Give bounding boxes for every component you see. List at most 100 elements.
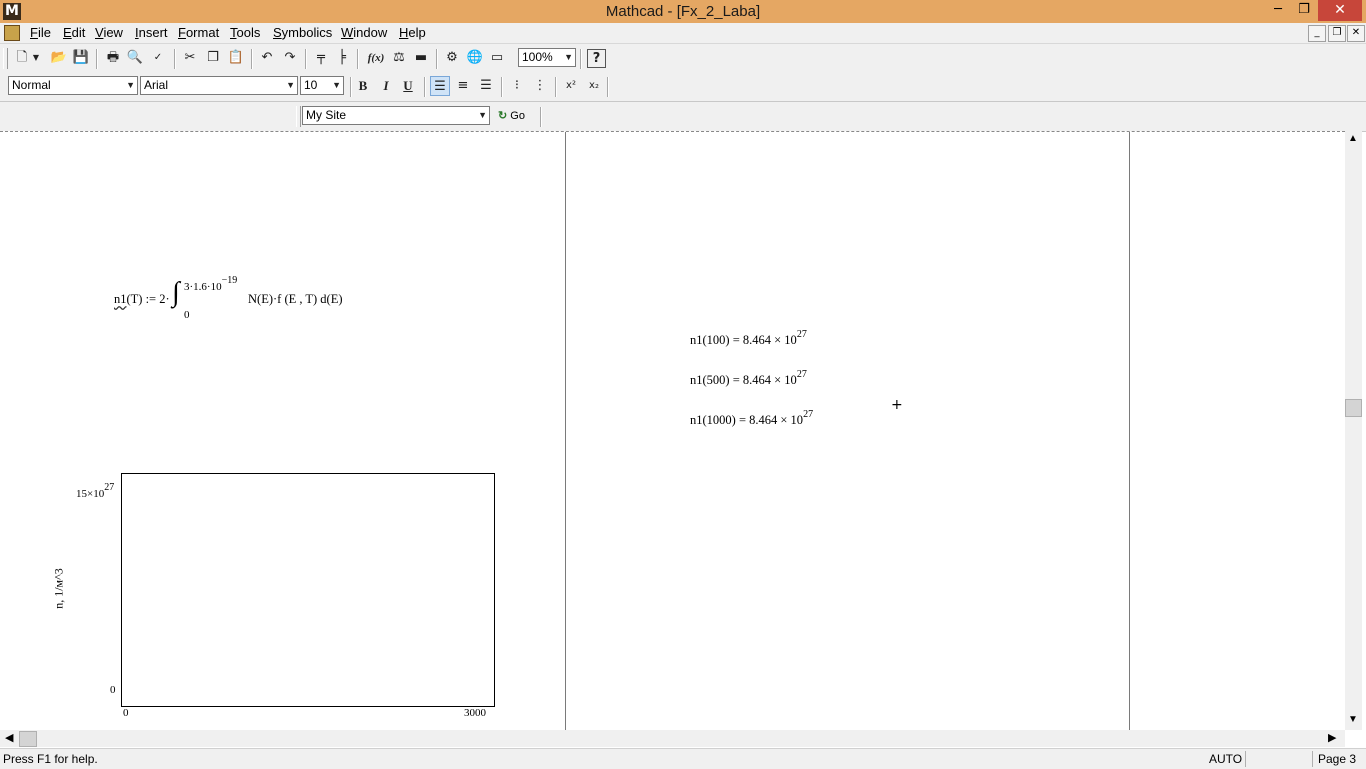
formatting-toolbar: Normal ▼ Arial ▼ 10 ▼ B I U ☰ ≡ ☰ ⁝ ⋮ x² x₂	[0, 72, 1366, 102]
vertical-scroll-thumb[interactable]	[1345, 399, 1362, 417]
y-tick-max: 15×1027	[76, 482, 115, 500]
insert-unit-icon[interactable]: ⚖	[389, 48, 409, 68]
web-icon[interactable]: 🌐	[465, 48, 485, 68]
go-arrow-icon: ↻	[498, 110, 508, 122]
status-calc-mode: AUTO	[1209, 752, 1243, 766]
calculate-icon[interactable]: ▬	[411, 48, 431, 68]
menu-help[interactable]: Help	[399, 25, 426, 40]
bullet-list-icon[interactable]: ⁝	[507, 76, 527, 96]
font-size-select[interactable]: 10 ▼	[300, 76, 344, 95]
subscript-button[interactable]: x₂	[584, 76, 604, 96]
zoom-select[interactable]: 100% ▼	[518, 48, 576, 67]
n1-definition[interactable]: n1(T) := 2·	[114, 292, 170, 307]
paste-icon[interactable]: 📋	[226, 48, 246, 68]
save-icon[interactable]: 💾	[71, 48, 91, 68]
go-button[interactable]: ↻ Go	[498, 107, 525, 125]
minimize-button[interactable]: ─	[1264, 0, 1292, 21]
result-n1-100[interactable]: n1(100) = 8.464 × 1027	[690, 329, 807, 348]
y-axis-label[interactable]: n, 1/м^3	[52, 549, 67, 629]
redo-icon[interactable]: ↷	[280, 48, 300, 68]
scroll-right-icon[interactable]: ▶	[1328, 731, 1336, 744]
scroll-left-icon[interactable]: ◀	[5, 731, 13, 744]
superscript-button[interactable]: x²	[561, 76, 581, 96]
window-icon[interactable]: ▭	[487, 48, 507, 68]
menu-edit[interactable]: Edit	[63, 25, 85, 40]
title-bar: M Mathcad - [Fx_2_Laba] ─ ❐ ✕	[0, 0, 1366, 23]
align-across-icon[interactable]: ╤	[311, 48, 331, 68]
print-icon[interactable]: 🖶	[103, 48, 123, 68]
align-left-icon[interactable]: ☰	[430, 76, 450, 96]
toolbar-grip[interactable]	[296, 106, 301, 127]
worksheet[interactable]: n1(T) := 2· ∫ 3·1.6·10−19 0 N(E)·f (E , …	[0, 131, 1345, 731]
scroll-up-icon[interactable]: ▲	[1348, 133, 1358, 144]
restore-button[interactable]: ❐	[1290, 0, 1318, 21]
new-icon[interactable]: 🗋	[12, 48, 32, 68]
crosshair-cursor: +	[891, 397, 903, 413]
status-separator	[1312, 751, 1313, 767]
align-down-icon[interactable]: ╞	[332, 48, 352, 68]
integrand: N(E)·f (E , T) d(E)	[248, 292, 343, 306]
status-help-text: Press F1 for help.	[3, 752, 98, 766]
doc-close-button[interactable]: ✕	[1347, 25, 1365, 42]
scroll-down-icon[interactable]: ▼	[1348, 714, 1358, 725]
menu-insert[interactable]: Insert	[135, 25, 168, 40]
status-page: Page 3	[1318, 752, 1357, 766]
open-icon[interactable]: 📂	[49, 48, 69, 68]
separator	[251, 49, 253, 69]
undo-icon[interactable]: ↶	[257, 48, 277, 68]
separator	[424, 77, 426, 97]
menu-bar: File Edit View Insert Format Tools Symbo…	[0, 23, 1366, 44]
vertical-scrollbar[interactable]: ▲ ▼	[1345, 131, 1362, 730]
separator	[96, 49, 98, 69]
toolbar-grip[interactable]	[3, 48, 8, 69]
underline-button[interactable]: U	[398, 76, 418, 96]
result-n1-500[interactable]: n1(500) = 8.464 × 1027	[690, 369, 807, 388]
italic-button[interactable]: I	[376, 76, 396, 96]
horizontal-scroll-thumb[interactable]	[19, 731, 37, 747]
doc-minimize-button[interactable]: _	[1308, 25, 1326, 42]
site-select[interactable]: My Site ▼	[302, 106, 490, 125]
document-icon[interactable]	[4, 25, 20, 41]
menu-file[interactable]: File	[30, 25, 51, 40]
style-select[interactable]: Normal ▼	[8, 76, 138, 95]
close-button[interactable]: ✕	[1318, 0, 1362, 21]
plot-frame[interactable]	[121, 473, 495, 707]
bold-button[interactable]: B	[353, 76, 373, 96]
standard-toolbar: 🗋 ▼ 📂 💾 🖶 🔍 ✓ ✂ ❐ 📋 ↶ ↷ ╤ ╞ f(x) ⚖ ▬ ⚙ 🌐…	[0, 44, 1366, 72]
separator	[540, 107, 542, 127]
result-n1-1000[interactable]: n1(1000) = 8.464 × 1027	[690, 409, 813, 428]
integral-sign: ∫	[172, 277, 180, 308]
separator	[305, 49, 307, 69]
doc-restore-button[interactable]: ❐	[1328, 25, 1346, 42]
print-preview-icon[interactable]: 🔍	[125, 48, 145, 68]
integral-lower-limit: 0	[184, 309, 190, 321]
integral-upper-limit: 3·1.6·10−19	[184, 275, 238, 293]
menu-format[interactable]: Format	[178, 25, 219, 40]
help-icon[interactable]: ?	[587, 49, 606, 68]
separator	[350, 77, 352, 97]
x-tick-min: 0	[123, 707, 129, 719]
font-select[interactable]: Arial ▼	[140, 76, 298, 95]
align-right-icon[interactable]: ☰	[476, 76, 496, 96]
menu-window[interactable]: Window	[341, 25, 387, 40]
copy-icon[interactable]: ❐	[203, 48, 223, 68]
spell-check-icon[interactable]: ✓	[148, 48, 168, 68]
x-tick-max: 3000	[464, 707, 486, 719]
separator	[436, 49, 438, 69]
align-center-icon[interactable]: ≡	[453, 76, 473, 96]
separator	[501, 77, 503, 97]
separator	[357, 49, 359, 69]
status-separator	[1245, 751, 1246, 767]
page-boundary	[565, 132, 566, 731]
insert-function-icon[interactable]: f(x)	[364, 48, 388, 68]
resource-center-icon[interactable]: ⚙	[442, 48, 462, 68]
numbered-list-icon[interactable]: ⋮	[530, 76, 550, 96]
menu-view[interactable]: View	[95, 25, 123, 40]
cut-icon[interactable]: ✂	[180, 48, 200, 68]
new-dropdown-icon[interactable]: ▼	[30, 48, 42, 68]
horizontal-scrollbar[interactable]: ◀ ▶	[0, 730, 1345, 747]
menu-symbolics[interactable]: Symbolics	[273, 25, 332, 40]
page-boundary	[1129, 132, 1130, 731]
separator	[555, 77, 557, 97]
menu-tools[interactable]: Tools	[230, 25, 260, 40]
